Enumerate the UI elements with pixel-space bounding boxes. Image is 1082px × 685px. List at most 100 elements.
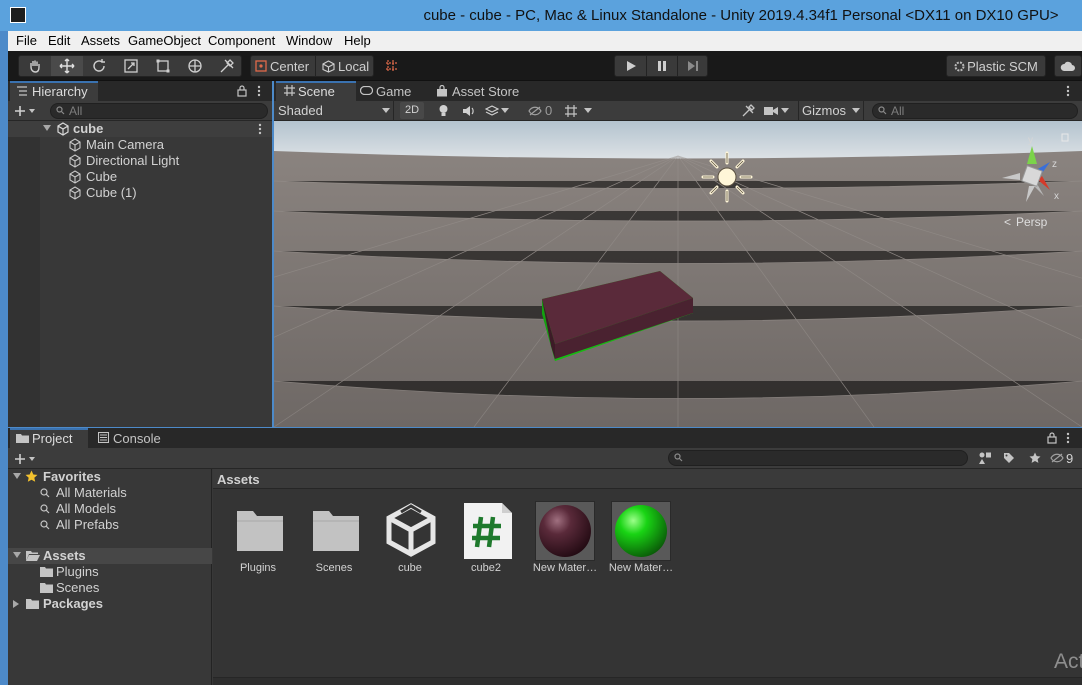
hand-tool-icon[interactable] [19,56,51,76]
toggle-2d-button[interactable]: 2D [400,102,424,119]
collapse-triangle-icon[interactable] [13,600,20,608]
menu-component[interactable]: Component [208,33,275,48]
chevron-down-icon [584,107,592,113]
rect-tool-icon[interactable] [147,56,179,76]
asset-item-plugins[interactable]: Plugins [231,501,287,581]
menu-file[interactable]: File [16,33,37,48]
scene-row[interactable]: cube [8,121,272,137]
rotate-tool-icon[interactable] [83,56,115,76]
local-cube-icon [322,59,335,73]
expand-triangle-icon[interactable] [13,552,21,559]
kebab-menu-icon[interactable] [1066,432,1070,444]
project-create-dropdown[interactable] [14,451,42,467]
breadcrumb[interactable]: Assets [217,472,260,487]
tab-game[interactable]: Game [358,81,428,101]
audio-toggle-icon[interactable] [457,102,480,119]
cloud-icon[interactable] [1054,55,1082,77]
assets-folder-row[interactable]: Assets [8,548,212,564]
menu-help[interactable]: Help [344,33,371,48]
tab-scene[interactable]: Scene [276,81,356,101]
main-toolbar: Center Local Plastic SCM [8,51,1082,81]
expand-triangle-icon[interactable] [43,125,51,132]
folder-label: Scenes [56,580,100,595]
search-by-label-icon[interactable] [998,450,1020,466]
folder-icon [16,434,29,443]
packages-folder-label: Packages [43,596,103,611]
asset-item-scenes[interactable]: Scenes [307,501,363,581]
pause-icon[interactable] [646,56,677,76]
menu-window[interactable]: Window [286,33,332,48]
favorites-row[interactable]: Favorites [8,469,212,485]
lighting-toggle-icon[interactable] [432,102,455,119]
project-hidden-toggle[interactable]: 9 [1050,450,1082,466]
object-label: Main Camera [86,137,165,152]
lock-icon[interactable] [237,84,247,97]
step-icon[interactable] [677,56,708,76]
asset-store-tab-label: Asset Store [452,84,520,99]
scene-toolbar: Shaded 2D 0 Gizmos All [274,101,1082,121]
shading-mode-dropdown[interactable]: Shaded [274,101,394,120]
scene-search-input[interactable]: All [872,103,1078,119]
chevron-down-icon [852,108,860,113]
search-icon [56,106,65,115]
asset-label: Plugins [239,562,277,574]
gizmos-dropdown[interactable]: Gizmos [798,101,864,120]
asset-item-cube-scene[interactable]: cube [383,501,439,581]
tools-icon[interactable] [738,102,758,119]
project-folder-tree: Favorites All Materials All Models All P… [8,469,212,685]
material-maroon-icon [539,505,591,557]
folder-icon [40,567,53,577]
pivot-center-button[interactable]: Center [251,56,315,76]
menu-gameobject[interactable]: GameObject [128,33,201,48]
perspective-label[interactable]: Persp [1016,215,1048,229]
asset-item-cube2-script[interactable]: cube2 [459,501,515,581]
activation-watermark: Act [1054,650,1082,673]
chevron-down-icon [382,108,390,113]
search-by-type-icon[interactable] [974,450,996,466]
grid-snap-icon[interactable] [380,55,404,77]
scene-viewport[interactable]: y z x < Persp [274,121,1082,427]
play-icon[interactable] [615,56,646,76]
hierarchy-search-input[interactable]: All [50,103,268,119]
tab-project[interactable]: Project [10,428,88,448]
packages-folder-row[interactable]: Packages [8,596,212,612]
custom-tool-icon[interactable] [211,56,243,76]
scale-tool-icon[interactable] [115,56,147,76]
asset-status-bar [213,677,1082,685]
camera-settings-dropdown[interactable] [764,102,796,119]
scene-menu-icon[interactable] [258,123,262,135]
menu-assets[interactable]: Assets [81,33,120,48]
tab-asset-store[interactable]: Asset Store [434,81,524,101]
kebab-menu-icon[interactable] [257,85,261,97]
material-green-icon [615,505,667,557]
plastic-scm-button[interactable]: Plastic SCM [946,55,1046,77]
asset-label: cube [398,562,422,574]
hierarchy-tabbar: Hierarchy [8,81,272,101]
search-icon [674,453,683,462]
object-label: Directional Light [86,153,180,168]
star-favorite-icon[interactable] [1024,450,1046,466]
gizmos-label: Gizmos [802,103,847,118]
favorite-label: All Prefabs [56,517,119,532]
expand-triangle-icon[interactable] [13,473,21,480]
project-panel: Project Console 9 Favorites All Material… [8,428,1082,685]
lock-icon[interactable] [1047,431,1057,444]
move-tool-icon[interactable] [51,56,83,76]
gameobject-cube-icon [69,170,81,184]
transform-tool-icon[interactable] [179,56,211,76]
create-dropdown[interactable] [14,103,42,119]
tab-hierarchy[interactable]: Hierarchy [10,81,98,101]
menu-edit[interactable]: Edit [48,33,70,48]
tab-console[interactable]: Console [96,428,176,448]
pivot-local-button[interactable]: Local [315,56,375,76]
project-search-input[interactable] [668,450,968,466]
kebab-menu-icon[interactable] [1066,85,1070,97]
folder-icon [26,599,39,609]
hidden-objects-toggle[interactable]: 0 [528,102,562,119]
asset-item-material-green[interactable]: New Mater… [609,501,673,581]
effects-toggle-icon[interactable] [483,102,512,119]
grid-dropdown[interactable] [564,102,602,119]
plus-icon [15,106,25,116]
asset-item-material-maroon[interactable]: New Mater… [533,501,597,581]
folder-icon [237,511,283,551]
